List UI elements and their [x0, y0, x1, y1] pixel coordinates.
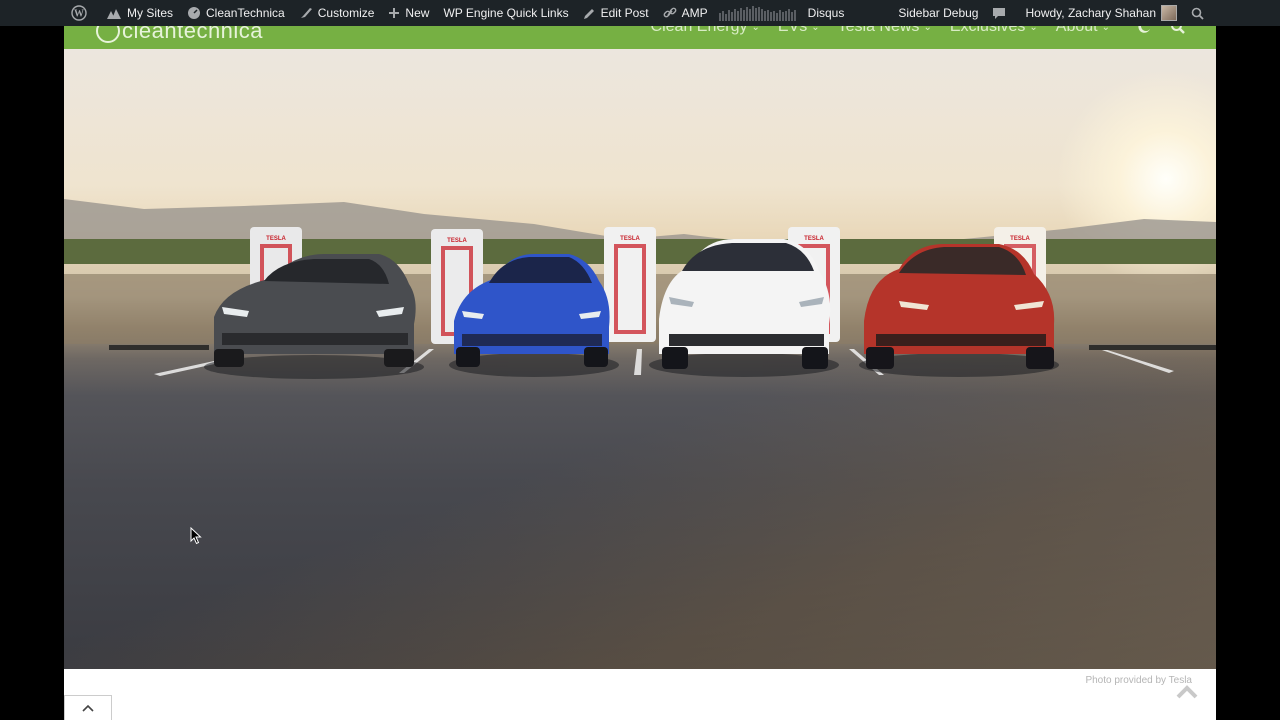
car-white	[659, 239, 831, 369]
chevron-down-icon: ⌄	[1101, 26, 1110, 33]
nav-label: Exclusives	[949, 26, 1026, 35]
edit-post-button[interactable]: Edit Post	[576, 0, 656, 26]
chevron-down-icon: ⌄	[923, 26, 932, 33]
wp-engine-quick-links-label: WP Engine Quick Links	[443, 6, 569, 20]
main-nav: Clean Energy ⌄ EVs ⌄ Tesla News ⌄ Exclusive…	[633, 26, 1186, 36]
disqus-label: Disqus	[807, 6, 845, 20]
charger-label: TESLA	[620, 236, 640, 242]
charger-label: TESLA	[266, 236, 286, 242]
brush-icon	[300, 8, 312, 18]
chevron-down-icon: ⌄	[751, 26, 760, 33]
new-label: New	[405, 6, 430, 20]
nav-item-about[interactable]: About ⌄	[1056, 26, 1110, 36]
avatar	[1161, 5, 1177, 21]
svg-text:W: W	[74, 9, 84, 20]
comments-button[interactable]	[985, 0, 1018, 26]
nav-item-tesla-news[interactable]: Tesla News ⌄	[838, 26, 932, 36]
search-icon	[1191, 7, 1204, 20]
amp-button[interactable]: AMP	[656, 0, 715, 26]
site-logo[interactable]: cleantechnica	[96, 26, 263, 44]
my-sites-button[interactable]: My Sites	[99, 0, 180, 26]
nav-label: Tesla News	[837, 26, 920, 35]
admin-search-button[interactable]	[1184, 0, 1216, 26]
nav-label: Clean Energy	[650, 26, 748, 35]
nav-label: About	[1055, 26, 1098, 35]
logo-circle-icon	[96, 26, 120, 43]
car-red	[864, 244, 1055, 369]
hero-image: TESLA TESLA TESLA TESLA TESLA	[64, 49, 1216, 669]
tesla-lineup-illustration: TESLA TESLA TESLA TESLA TESLA	[64, 227, 1216, 379]
wordpress-icon: W	[71, 5, 87, 21]
pencil-icon	[583, 8, 594, 19]
site-header: cleantechnica Clean Energy ⌄ EVs ⌄ Tesla N…	[64, 26, 1216, 49]
greeting-label: Howdy, Zachary Shahan	[1025, 6, 1156, 20]
amp-label: AMP	[681, 6, 708, 20]
customize-button[interactable]: Customize	[292, 0, 382, 26]
admin-bar: W My Sites CleanTechnica Customize New W…	[64, 0, 1216, 26]
comment-bubble-icon	[993, 8, 1006, 19]
car-grey	[214, 254, 416, 367]
my-sites-icon	[107, 9, 121, 19]
chevron-down-icon: ⌄	[811, 26, 820, 33]
nav-item-exclusives[interactable]: Exclusives ⌄	[950, 26, 1038, 36]
my-sites-label: My Sites	[127, 6, 174, 20]
customize-label: Customize	[317, 6, 375, 20]
link-icon	[663, 7, 677, 18]
mouse-cursor-icon	[190, 527, 202, 545]
below-hero-area: Photo provided by Tesla	[64, 669, 1216, 720]
scroll-to-top-icon[interactable]	[1176, 685, 1198, 699]
nav-item-clean-energy[interactable]: Clean Energy ⌄	[651, 26, 760, 36]
charger-label: TESLA	[804, 236, 824, 242]
chevron-down-icon: ⌄	[1029, 26, 1038, 33]
plus-icon	[389, 8, 400, 18]
disqus-button[interactable]: Disqus	[801, 0, 852, 26]
search-icon[interactable]	[1170, 26, 1186, 35]
edit-post-label: Edit Post	[600, 6, 649, 20]
chevron-up-icon	[82, 704, 94, 712]
sidebar-debug-label: Sidebar Debug	[898, 6, 979, 20]
dark-mode-moon-icon[interactable]	[1136, 26, 1152, 35]
new-button[interactable]: New	[381, 0, 436, 26]
dashboard-icon	[188, 7, 201, 19]
charger-label: TESLA	[1010, 236, 1030, 242]
site-name-label: CleanTechnica	[206, 6, 285, 20]
sidebar-debug-button[interactable]: Sidebar Debug	[891, 0, 985, 26]
expand-panel-tab[interactable]	[64, 695, 112, 720]
nav-label: EVs	[777, 26, 808, 35]
stats-sparkline-icon[interactable]	[718, 5, 797, 21]
nav-item-evs[interactable]: EVs ⌄	[778, 26, 820, 36]
wp-engine-quick-links-button[interactable]: WP Engine Quick Links	[436, 0, 575, 26]
wordpress-logo-button[interactable]: W	[64, 0, 99, 26]
logo-text: cleantechnica	[122, 26, 264, 43]
site-name-button[interactable]: CleanTechnica	[180, 0, 292, 26]
account-menu-button[interactable]: Howdy, Zachary Shahan	[1018, 0, 1184, 26]
charger-label: TESLA	[447, 238, 467, 244]
